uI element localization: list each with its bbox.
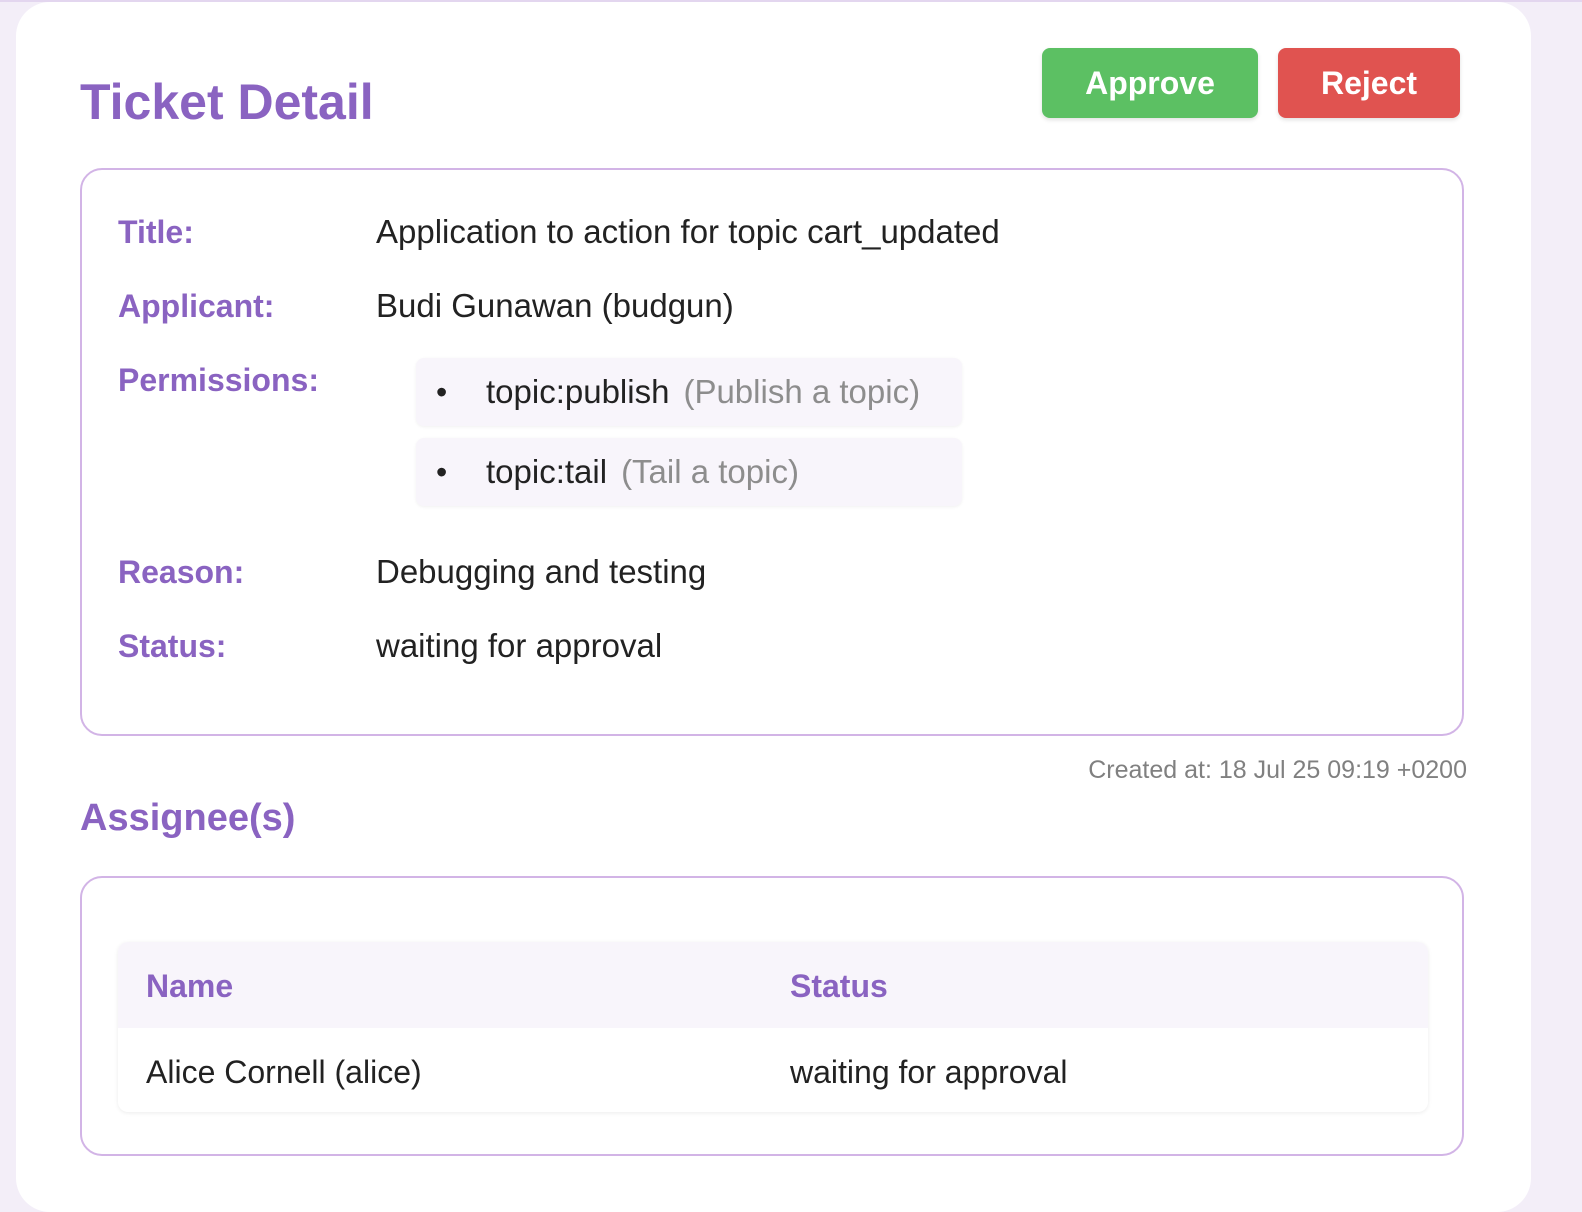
assignee-status: waiting for approval [790, 1054, 1068, 1090]
permission-name: topic:tail (Tail a topic) [486, 452, 799, 492]
permission-code: topic:tail [486, 453, 608, 490]
applicant-value: Budi Gunawan (budgun) [376, 287, 734, 324]
column-header-status: Status [790, 968, 888, 1004]
permission-item: • topic:tail (Tail a topic) [416, 438, 962, 506]
status-label: Status: [118, 628, 227, 664]
permission-item: • topic:publish (Publish a topic) [416, 358, 962, 426]
column-header-name: Name [146, 968, 234, 1004]
permission-name: topic:publish (Publish a topic) [486, 372, 920, 412]
ticket-details-panel: Title: Application to action for topic c… [80, 168, 1464, 736]
title-label: Title: [118, 214, 194, 250]
permission-description: (Publish a topic) [683, 373, 921, 410]
reason-value: Debugging and testing [376, 553, 707, 590]
approve-button[interactable]: Approve [1042, 48, 1258, 118]
permission-code: topic:publish [486, 373, 670, 410]
applicant-label: Applicant: [118, 288, 275, 324]
table-header: Name Status [118, 942, 1428, 1028]
assignees-panel: Name Status Alice Cornell (alice) waitin… [80, 876, 1464, 1156]
bullet-icon: • [436, 374, 448, 410]
reason-label: Reason: [118, 554, 245, 590]
permission-description: (Tail a topic) [621, 453, 799, 490]
status-value: waiting for approval [376, 627, 663, 664]
created-at-timestamp: Created at: 18 Jul 25 09:19 +0200 [1088, 756, 1467, 784]
reject-button[interactable]: Reject [1278, 48, 1460, 118]
bullet-icon: • [436, 454, 448, 490]
assignees-table: Name Status Alice Cornell (alice) waitin… [118, 942, 1428, 1112]
assignees-section-title: Assignee(s) [80, 797, 296, 839]
title-value: Application to action for topic cart_upd… [376, 213, 1000, 250]
ticket-card: Ticket Detail Approve Reject Title: Appl… [16, 2, 1531, 1212]
permissions-label: Permissions: [118, 362, 319, 398]
assignee-name: Alice Cornell (alice) [146, 1054, 422, 1090]
page-title: Ticket Detail [80, 74, 374, 130]
